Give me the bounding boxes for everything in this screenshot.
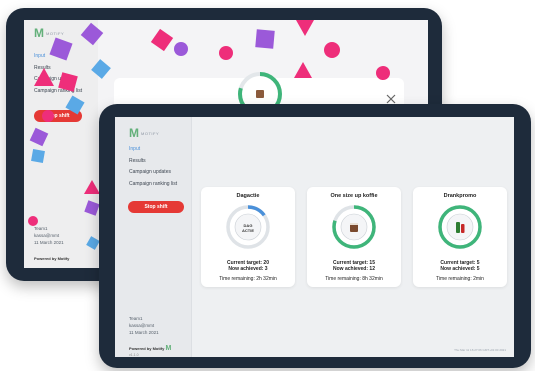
campaign-card[interactable]: Dagactie DAG ACTIE Current target: 20 No… bbox=[201, 187, 295, 287]
team-label: Team1 bbox=[129, 316, 143, 321]
back-user-info: Team1 kassa@mmt 11 March 2021 bbox=[34, 225, 64, 246]
front-screen: M MOTIFY Input Results Campaign updates … bbox=[115, 117, 514, 357]
campaign-cards: Dagactie DAG ACTIE Current target: 20 No… bbox=[201, 187, 507, 287]
sidebar: M MOTIFY Input Results Campaign updates … bbox=[115, 117, 192, 357]
campaign-name: One size up koffie bbox=[330, 193, 378, 199]
campaign-card[interactable]: One size up koffie Current target: 15 No… bbox=[307, 187, 401, 287]
logo-mark: M bbox=[34, 26, 44, 40]
powered-by-text: Powered by Motify bbox=[129, 346, 165, 351]
confetti-piece bbox=[296, 20, 314, 36]
coffee-cup-icon bbox=[350, 223, 358, 232]
confetti-piece bbox=[150, 28, 174, 52]
powered-logo: M bbox=[165, 345, 172, 352]
progress-ring bbox=[332, 205, 376, 249]
front-tablet: M MOTIFY Input Results Campaign updates … bbox=[99, 104, 531, 368]
sidebar-item-campaign-updates[interactable]: Campaign updates bbox=[129, 169, 177, 181]
close-icon[interactable] bbox=[386, 94, 396, 104]
sidebar-item-results[interactable]: Results bbox=[129, 158, 177, 170]
time-remaining: Time remaining: 2min bbox=[436, 276, 484, 282]
sidebar-nav: Input Results Campaign updates Campaign … bbox=[129, 146, 177, 192]
confetti-piece bbox=[31, 149, 45, 163]
confetti-piece bbox=[294, 62, 312, 78]
dag-actie-icon: DAG ACTIE bbox=[242, 223, 254, 233]
confetti-piece bbox=[219, 46, 233, 60]
confetti-piece bbox=[28, 216, 38, 226]
logo: M MOTIFY bbox=[129, 126, 159, 140]
back-powered-by: Powered by Motify bbox=[34, 256, 69, 261]
user-email: kassa@mmt bbox=[129, 323, 155, 328]
sidebar-item-campaign-ranking[interactable]: Campaign ranking list bbox=[129, 181, 177, 193]
timestamp: Thu Mar 11 16:27:06 GMT+01:00 2021 bbox=[454, 348, 506, 352]
confetti-piece bbox=[376, 66, 390, 80]
shift-date: 11 March 2021 bbox=[129, 330, 159, 335]
time-remaining: Time remaining: 2h 32min bbox=[219, 276, 277, 282]
sidebar-item-input[interactable]: Input bbox=[129, 146, 177, 158]
campaign-card[interactable]: Drankpromo Current target: 5 Now achieve… bbox=[413, 187, 507, 287]
logo-mark: M bbox=[129, 126, 139, 140]
powered-by: Powered by Motify M v1.1.0 bbox=[129, 345, 171, 357]
now-achieved: Now achieved: 12 bbox=[333, 266, 375, 272]
confetti-piece bbox=[84, 180, 100, 194]
time-remaining: Time remaining: 8h 32min bbox=[325, 276, 383, 282]
campaign-name: Dagactie bbox=[236, 193, 260, 199]
confetti-piece bbox=[324, 42, 340, 58]
back-logo: M MOTIFY bbox=[34, 26, 64, 40]
logo-text: MOTIFY bbox=[141, 130, 160, 136]
confetti-piece bbox=[42, 110, 54, 122]
logo-text: MOTIFY bbox=[46, 30, 65, 36]
user-info: Team1 kassa@mmt 11 March 2021 bbox=[129, 315, 159, 336]
confetti-piece bbox=[174, 42, 188, 56]
now-achieved: Now achieved: 3 bbox=[228, 266, 268, 272]
back-email: kassa@mmt bbox=[34, 233, 60, 238]
confetti-piece bbox=[255, 29, 275, 49]
confetti-piece bbox=[34, 68, 54, 86]
stop-shift-button[interactable]: Stop shift bbox=[128, 201, 184, 213]
version-text: v1.1.0 bbox=[129, 353, 139, 357]
progress-ring bbox=[438, 205, 482, 249]
back-powered-text: Powered by Motify bbox=[34, 256, 70, 261]
back-team: Team1 bbox=[34, 226, 48, 231]
back-date: 11 March 2021 bbox=[34, 240, 64, 245]
campaign-name: Drankpromo bbox=[443, 193, 477, 199]
now-achieved: Now achieved: 5 bbox=[440, 266, 480, 272]
